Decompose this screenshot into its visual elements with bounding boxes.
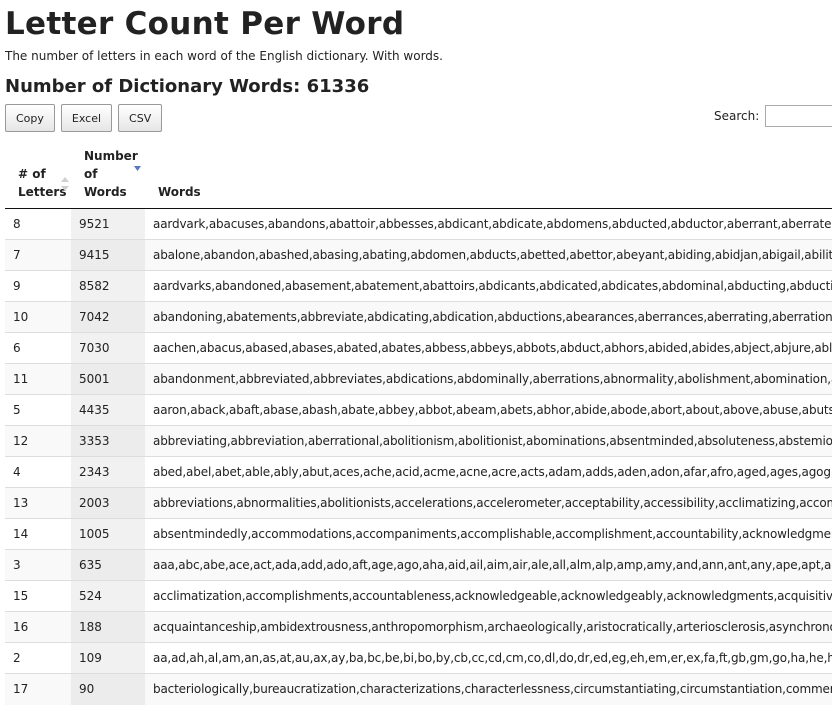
csv-button[interactable]: CSV	[118, 104, 163, 132]
table-row: 2 109 aa,ad,ah,al,am,an,as,at,au,ax,ay,ba,…	[5, 642, 832, 674]
words-cell: abandonment,abbreviated,abbreviates,abdi…	[145, 363, 832, 395]
column-header-words[interactable]: Words	[145, 137, 832, 209]
table-row: 11 5001 abandonment,abbreviated,abbreviate…	[5, 363, 832, 395]
words-cell: absentmindedly,accommodations,accompanim…	[145, 518, 832, 550]
table-row: 14 1005 absentmindedly,accommodations,acco…	[5, 518, 832, 550]
word-count-cell: 7042	[71, 301, 145, 333]
word-count-cell: 5001	[71, 363, 145, 395]
letter-count-cell: 7	[5, 239, 71, 271]
table-row: 17 90 bacteriologically,bureaucratization,…	[5, 673, 832, 705]
word-count-cell: 3353	[71, 425, 145, 457]
column-header-number-of-words[interactable]: Number of Words	[71, 137, 145, 209]
letter-count-cell: 8	[5, 208, 71, 240]
letter-count-cell: 12	[5, 425, 71, 457]
words-cell: abandoning,abatements,abbreviate,abdicat…	[145, 301, 832, 333]
letter-count-cell: 6	[5, 332, 71, 364]
table-body: 8 9521 aardvark,abacuses,abandons,abattoir…	[5, 208, 832, 705]
export-toolbar: Copy Excel CSV	[5, 104, 163, 132]
words-cell: abbreviating,abbreviation,aberrational,a…	[145, 425, 832, 457]
copy-button[interactable]: Copy	[5, 104, 55, 132]
letter-count-table: # of Letters Number of Words Words 8 952…	[5, 137, 832, 705]
word-count-cell: 188	[71, 611, 145, 643]
letter-count-cell: 16	[5, 611, 71, 643]
letter-count-cell: 14	[5, 518, 71, 550]
excel-button[interactable]: Excel	[60, 104, 113, 132]
table-row: 16 188 acquaintanceship,ambidextrousness,a…	[5, 611, 832, 643]
letter-count-cell: 15	[5, 580, 71, 612]
words-cell: aardvark,abacuses,abandons,abattoir,abbe…	[145, 208, 832, 240]
words-cell: abbreviations,abnormalities,abolitionist…	[145, 487, 832, 519]
words-cell: abalone,abandon,abashed,abasing,abating,…	[145, 239, 832, 271]
letter-count-cell: 11	[5, 363, 71, 395]
column-header-number-line2: of	[84, 167, 98, 181]
letter-count-cell: 9	[5, 270, 71, 302]
word-count-cell: 2003	[71, 487, 145, 519]
table-row: 8 9521 aardvark,abacuses,abandons,abattoir…	[5, 208, 832, 240]
word-count-cell: 635	[71, 549, 145, 581]
word-count-cell: 524	[71, 580, 145, 612]
column-header-letters[interactable]: # of Letters	[5, 137, 71, 209]
words-cell: bacteriologically,bureaucratization,char…	[145, 673, 832, 705]
word-count-cell: 8582	[71, 270, 145, 302]
letter-count-cell: 4	[5, 456, 71, 488]
table-container: # of Letters Number of Words Words 8 952…	[5, 137, 832, 705]
letter-count-cell: 13	[5, 487, 71, 519]
search-box: Search:	[714, 104, 832, 128]
letter-count-cell: 3	[5, 549, 71, 581]
table-row: 15 524 acclimatization,accomplishments,acc…	[5, 580, 832, 612]
word-count-cell: 109	[71, 642, 145, 674]
table-row: 10 7042 abandoning,abatements,abbreviate,a…	[5, 301, 832, 333]
table-header-row: # of Letters Number of Words Words	[5, 137, 832, 209]
letter-count-cell: 5	[5, 394, 71, 426]
word-count-cell: 4435	[71, 394, 145, 426]
words-cell: aaa,abc,abe,ace,act,ada,add,ado,aft,age,…	[145, 549, 832, 581]
letter-count-cell: 10	[5, 301, 71, 333]
search-input[interactable]	[765, 105, 832, 127]
words-cell: abed,abel,abet,able,ably,abut,aces,ache,…	[145, 456, 832, 488]
column-header-letters-line2: Letters	[18, 185, 67, 199]
table-row: 6 7030 aachen,abacus,abased,abases,abated,…	[5, 332, 832, 364]
letter-count-cell: 2	[5, 642, 71, 674]
page-title: Letter Count Per Word	[5, 6, 405, 42]
letter-count-cell: 17	[5, 673, 71, 705]
word-count-cell: 1005	[71, 518, 145, 550]
table-row: 7 9415 abalone,abandon,abashed,abasing,aba…	[5, 239, 832, 271]
word-count-cell: 90	[71, 673, 145, 705]
word-count-cell: 2343	[71, 456, 145, 488]
page-subtitle: The number of letters in each word of th…	[5, 49, 443, 63]
table-row: 5 4435 aaron,aback,abaft,abase,abash,abate…	[5, 394, 832, 426]
table-row: 3 635 aaa,abc,abe,ace,act,ada,add,ado,aft,…	[5, 549, 832, 581]
words-cell: acquaintanceship,ambidextrousness,anthro…	[145, 611, 832, 643]
table-row: 4 2343 abed,abel,abet,able,ably,abut,aces,…	[5, 456, 832, 488]
search-label: Search:	[714, 109, 760, 123]
column-header-number-line3: Words	[84, 185, 127, 199]
word-count-cell: 7030	[71, 332, 145, 364]
word-count-cell: 9521	[71, 208, 145, 240]
table-row: 12 3353 abbreviating,abbreviation,aberrati…	[5, 425, 832, 457]
table-row: 9 8582 aardvarks,abandoned,abasement,abate…	[5, 270, 832, 302]
column-header-letters-line1: # of	[18, 167, 46, 181]
word-count-heading: Number of Dictionary Words: 61336	[5, 76, 370, 97]
words-cell: aaron,aback,abaft,abase,abash,abate,abbe…	[145, 394, 832, 426]
words-cell: aa,ad,ah,al,am,an,as,at,au,ax,ay,ba,bc,b…	[145, 642, 832, 674]
words-cell: acclimatization,accomplishments,accounta…	[145, 580, 832, 612]
word-count-cell: 9415	[71, 239, 145, 271]
table-row: 13 2003 abbreviations,abnormalities,abolit…	[5, 487, 832, 519]
column-header-number-line1: Number	[84, 149, 138, 163]
words-cell: aachen,abacus,abased,abases,abated,abate…	[145, 332, 832, 364]
sort-descending-icon	[134, 160, 141, 178]
words-cell: aardvarks,abandoned,abasement,abatement,…	[145, 270, 832, 302]
